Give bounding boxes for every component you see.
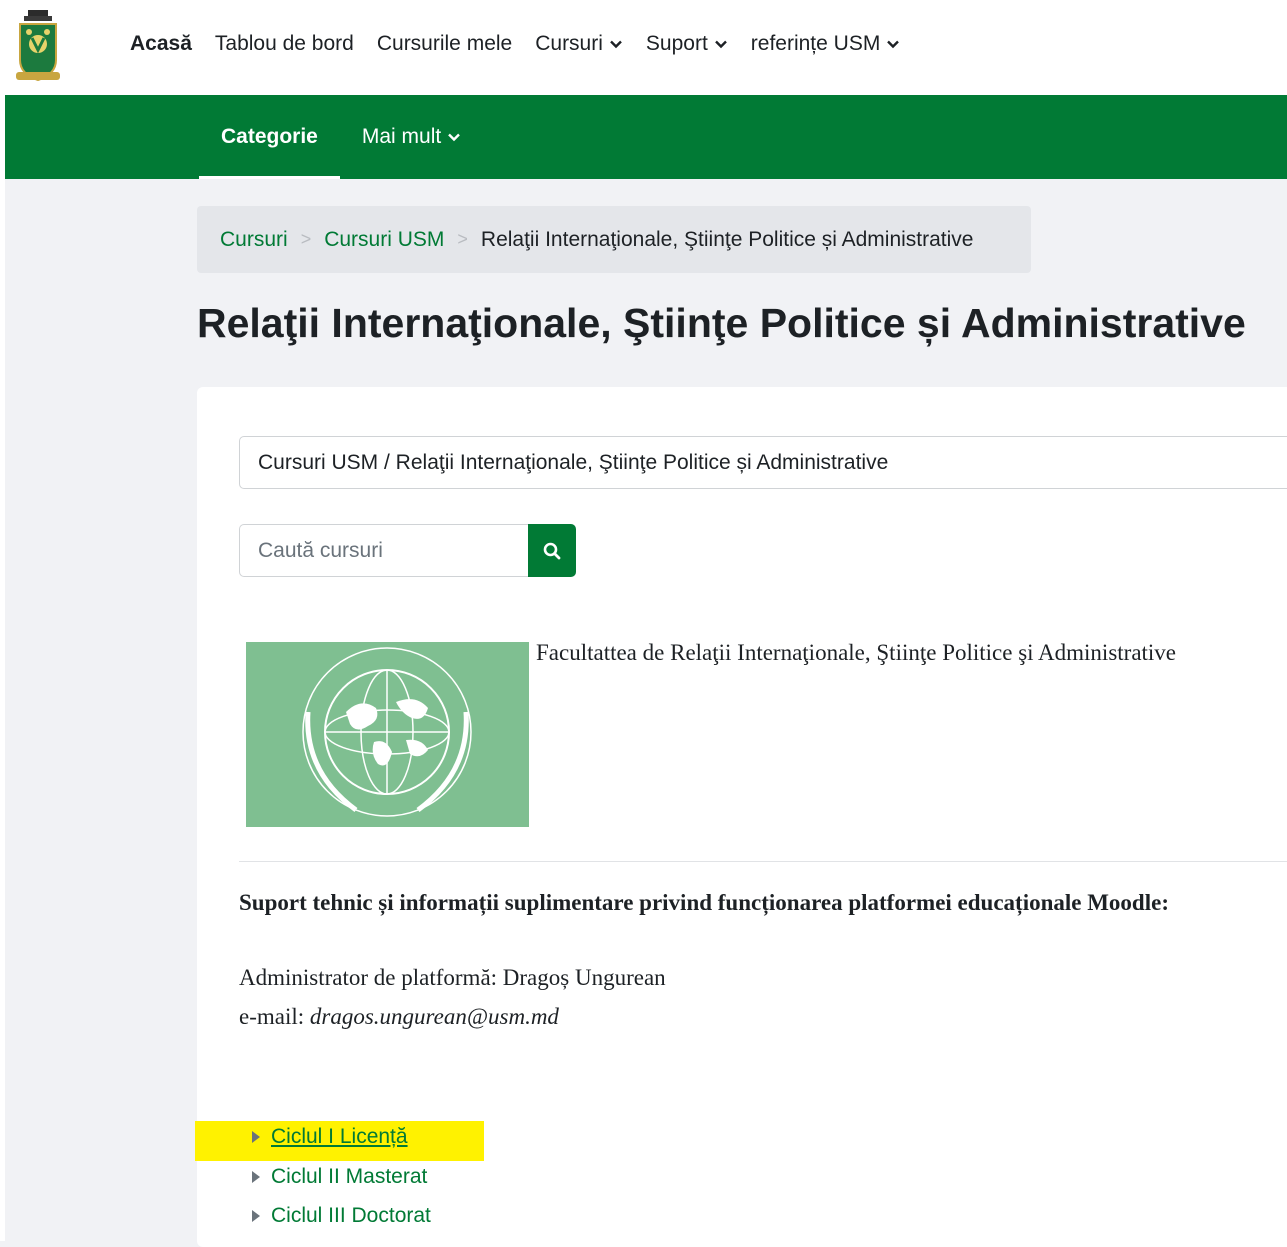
breadcrumb-separator-icon: > (300, 229, 312, 249)
divider (239, 861, 1287, 862)
breadcrumb-separator-icon: > (457, 229, 468, 249)
tab-category[interactable]: Categorie (199, 95, 340, 179)
search-icon (543, 542, 561, 559)
search-input[interactable] (239, 524, 528, 577)
faculty-emblem-image (246, 642, 529, 827)
email-label: e-mail: (239, 1004, 310, 1029)
nav-courses-dropdown[interactable]: Cursuri (535, 32, 623, 56)
support-heading: Suport tehnic și informații suplimentare… (239, 890, 1169, 915)
nav-my-courses-label: Cursurile mele (376, 32, 513, 55)
nav-courses-label: Cursuri (535, 32, 603, 55)
breadcrumb: Cursuri > Cursuri USM > Relaţii Internaţ… (197, 206, 1031, 273)
nav-support-label: Suport (645, 32, 708, 55)
breadcrumb-current: Relaţii Internaţionale, Ştiinţe Politice… (480, 227, 974, 251)
expand-triangle-icon (252, 1131, 260, 1143)
category-link-licenta[interactable]: Ciclul I Licență (252, 1125, 408, 1149)
chevron-down-icon (714, 40, 727, 49)
nav-dashboard-label: Tablou de bord (214, 32, 354, 55)
left-margin (0, 95, 5, 1241)
breadcrumb-link-courses[interactable]: Cursuri (220, 228, 288, 252)
breadcrumb-link-usm-courses[interactable]: Cursuri USM (324, 228, 444, 252)
admin-line: Administrator de platformă: Dragoș Ungur… (239, 965, 666, 990)
category-select-value: Cursuri USM / Relaţii Internaţionale, Şt… (258, 450, 889, 474)
email-address: dragos.ungurean@usm.md (309, 1004, 559, 1029)
tab-category-label: Categorie (221, 125, 318, 148)
nav-dashboard[interactable]: Tablou de bord (215, 32, 354, 56)
faculty-name: Facultattea de Relaţii Internaţionale, Ş… (536, 640, 1177, 665)
expand-triangle-icon (252, 1210, 260, 1222)
nav-support-dropdown[interactable]: Suport (646, 32, 728, 56)
expand-triangle-icon (252, 1171, 260, 1183)
category-label: Ciclul III Doctorat (271, 1204, 431, 1227)
page-title: Relaţii Internaţionale, Ştiinţe Politice… (197, 300, 1246, 346)
chevron-down-icon (887, 40, 900, 49)
search-button[interactable] (528, 524, 576, 577)
university-logo-icon[interactable] (14, 10, 62, 84)
tab-more-label: Mai mult (361, 125, 442, 148)
category-label: Ciclul II Masterat (271, 1165, 428, 1188)
nav-home-label: Acasă (130, 32, 192, 55)
top-navbar: Acasă Tablou de bord Cursurile mele Curs… (0, 0, 1287, 95)
primary-navigation: Acasă Tablou de bord Cursurile mele Curs… (130, 32, 923, 56)
secondary-navigation: Categorie Mai mult (199, 95, 483, 179)
secondary-navbar (5, 95, 1287, 179)
globe-emblem-icon (302, 647, 472, 817)
nav-usm-references-dropdown[interactable]: referințe USM (751, 32, 901, 56)
email-line: e-mail: dragos.ungurean@usm.md (239, 1004, 559, 1030)
nav-my-courses[interactable]: Cursurile mele (377, 32, 512, 56)
course-search (239, 524, 576, 577)
chevron-down-icon (610, 40, 622, 49)
tab-more-dropdown[interactable]: Mai mult (340, 95, 483, 179)
category-link-doctorat[interactable]: Ciclul III Doctorat (252, 1204, 431, 1228)
nav-usm-references-label: referințe USM (750, 32, 881, 55)
chevron-down-icon (448, 133, 461, 142)
category-link-masterat[interactable]: Ciclul II Masterat (252, 1165, 427, 1189)
category-label: Ciclul I Licență (271, 1125, 408, 1148)
category-select[interactable]: Cursuri USM / Relaţii Internaţionale, Şt… (239, 436, 1287, 489)
nav-home[interactable]: Acasă (130, 32, 192, 56)
